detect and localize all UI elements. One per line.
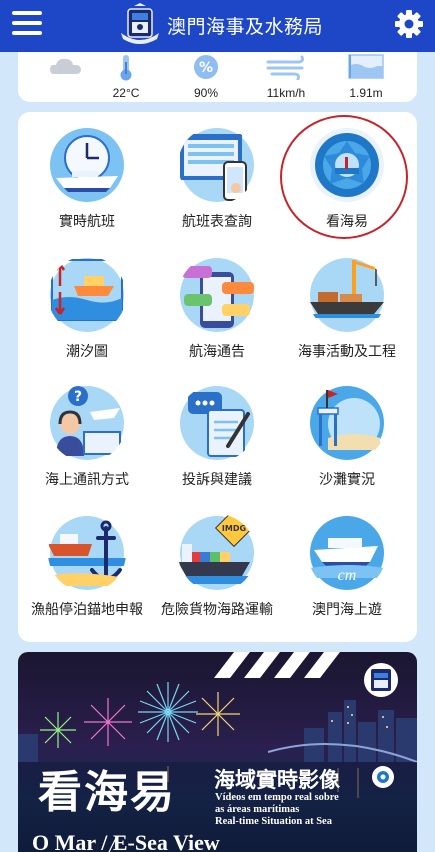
app-header: 澳門海事及水務局 — [0, 0, 435, 52]
service-label: 航班表查詢 — [182, 214, 252, 230]
banner-title: 看海易 — [38, 767, 176, 818]
live-camera-icon — [372, 766, 394, 788]
service-dangerous-goods[interactable]: IMDG 危險貨物海路運輸 — [152, 500, 282, 626]
weather-wind: 11km/h — [251, 52, 321, 102]
service-sea-view[interactable]: 看海易 — [282, 112, 412, 238]
service-beach-status[interactable]: 沙灘實況 — [282, 370, 412, 496]
service-maritime-works[interactable]: 海事活動及工程 — [282, 242, 412, 368]
beach-tower-icon — [310, 386, 384, 460]
tide-value: 1.91m — [349, 86, 383, 100]
service-macau-sea-tour[interactable]: cm 澳門海上遊 — [282, 500, 412, 626]
humidity-percent-icon: % — [194, 55, 218, 79]
humidity-value: 90% — [193, 86, 219, 100]
banner-pt-line2: as áreas marítimas — [215, 804, 300, 815]
app-title: 澳門海事及水務局 — [167, 16, 324, 38]
svg-text:?: ? — [74, 389, 82, 405]
services-grid: 實時航班 航班表查詢 看海易 潮汐圖 航海通告 海事活動及工程 ? 海上通訊方式… — [18, 112, 417, 642]
notice-phone-icon — [180, 258, 254, 332]
service-realtime-ferry[interactable]: 實時航班 — [22, 112, 152, 238]
service-label: 投訴與建議 — [182, 472, 252, 488]
temperature-value: 22°C — [112, 86, 140, 100]
weather-humidity: % 90% — [171, 52, 241, 102]
service-nav-notice[interactable]: 航海通告 — [152, 242, 282, 368]
banner-pt-text: Vídeos em tempo real sobre as áreas marí… — [215, 792, 339, 816]
banner-pt-line1: Vídeos em tempo real sobre — [215, 792, 339, 803]
service-fishing-anchorage[interactable]: 漁船停泊錨地申報 — [22, 500, 152, 626]
imdg-text: IMDG — [222, 524, 246, 533]
service-tide-chart[interactable]: 潮汐圖 — [22, 242, 152, 368]
service-label: 看海易 — [326, 214, 368, 230]
service-label: 海上通訊方式 — [45, 472, 129, 488]
cloud-icon — [50, 58, 81, 74]
service-complaints[interactable]: 投訴與建議 — [152, 370, 282, 496]
banner-live-title: 海域實時影像 — [214, 767, 340, 792]
svg-text:cm: cm — [338, 567, 357, 584]
service-label: 漁船停泊錨地申報 — [31, 602, 143, 618]
wind-value: 11km/h — [266, 86, 306, 100]
banner-footer-text: O Mar / E-Sea View — [32, 830, 220, 852]
service-label: 海事活動及工程 — [298, 344, 396, 360]
cruise-ship-icon: cm — [310, 516, 384, 590]
hamburger-menu-icon[interactable] — [12, 11, 42, 37]
weather-temperature: 22°C — [91, 52, 161, 102]
ferry-clock-icon — [50, 128, 124, 202]
service-label: 危險貨物海路運輸 — [161, 602, 273, 618]
service-marine-communication[interactable]: ? 海上通訊方式 — [22, 370, 152, 496]
timetable-phone-icon — [180, 128, 254, 202]
crane-ship-icon — [308, 258, 386, 332]
svg-text:%: % — [199, 60, 213, 76]
weather-strip: 22°C % 90% 11km/h 1.91m — [18, 52, 417, 102]
service-label: 澳門海上遊 — [312, 602, 382, 618]
thermometer-icon — [120, 55, 132, 81]
camera-lens-icon — [310, 128, 384, 202]
banner-en-text: Real-time Situation at Sea — [215, 816, 332, 827]
service-label: 潮汐圖 — [66, 344, 108, 360]
dsamsa-badge-icon — [364, 663, 398, 697]
cargo-ship-imdg-icon: IMDG — [178, 514, 256, 590]
weather-tide: 1.91m — [331, 52, 401, 102]
operator-icon: ? — [50, 386, 124, 460]
tide-chart-icon — [50, 258, 124, 332]
wind-icon — [266, 55, 304, 80]
fishing-boat-anchor-icon — [48, 516, 126, 590]
service-label: 沙灘實況 — [319, 472, 375, 488]
complaint-note-icon — [180, 386, 254, 460]
service-label: 航海通告 — [189, 344, 245, 360]
service-timetable[interactable]: 航班表查詢 — [152, 112, 282, 238]
dsamsa-logo — [121, 3, 159, 44]
sea-view-banner[interactable]: 看海易 海域實時影像 Vídeos em tempo real sobre as… — [18, 652, 417, 852]
gear-icon[interactable] — [394, 9, 424, 39]
service-label: 實時航班 — [59, 214, 115, 230]
tide-level-icon — [348, 54, 384, 79]
